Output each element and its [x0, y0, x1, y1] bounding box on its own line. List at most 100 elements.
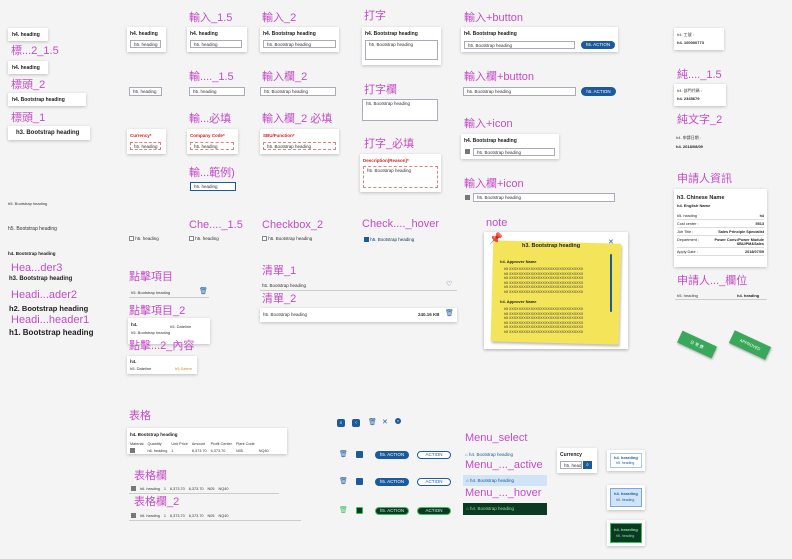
applicant-row-key: h5. heading [677, 213, 697, 218]
text-input[interactable]: h5. Bootstrap heading [464, 41, 575, 49]
applicant-row-value: 5513 [755, 221, 764, 226]
picker-icon[interactable] [465, 149, 470, 154]
h4-sample: h4. Bootstrap heading [8, 251, 56, 256]
sticky-note: 📌 ✕ h3. Bootstrap heading h4. Approver N… [484, 232, 628, 349]
tag-approved: APPROVED [728, 330, 772, 360]
home-icon: ⌂ [465, 452, 468, 457]
checkbox-icon[interactable] [262, 236, 267, 242]
action-button[interactable]: h5. ACTION [375, 507, 409, 515]
required-card-currency: Currency* h5. heading [127, 129, 166, 154]
tag-daily-expense: 日 常 費 [677, 330, 717, 359]
menu-item-active[interactable]: ⌂ h4. Bootstrap heading [463, 475, 547, 486]
menu-item-hover[interactable]: ⌂ h4. Bootstrap heading [463, 503, 547, 515]
checkbox-icon[interactable] [129, 236, 134, 242]
click-item[interactable]: h5. Bootstrap heading [131, 290, 170, 295]
required-card-sbu: SBU/Function* h5. Bootstrap heading [260, 129, 339, 154]
heading-card-h3-bs: h3. Bootstrap heading [8, 126, 90, 140]
textarea[interactable]: h5. Bootstrap heading [365, 40, 438, 60]
label-typing-field: 打字欄 [364, 84, 397, 96]
list-item-2[interactable]: h5. Bootstrap heading 240.16 KB 🗑 [260, 308, 457, 322]
label-header3: Hea...der3 [11, 262, 63, 274]
company-input[interactable]: h5. heading [190, 142, 234, 150]
action-button[interactable]: h5. ACTION [581, 87, 616, 96]
checkbox-item-a[interactable]: h5. heading [129, 236, 159, 242]
textarea-card: h4. Bootstrap heading h5. Bootstrap head… [362, 27, 441, 65]
sbu-input[interactable]: h5. Bootstrap heading [263, 142, 336, 150]
currency-search-input[interactable]: h5. heading [560, 461, 582, 469]
text-input[interactable]: h5. heading [190, 40, 242, 48]
menu-card-hover[interactable]: h4. hearding h5. heading [607, 520, 645, 546]
trash-icon[interactable]: 🗑 [445, 310, 454, 317]
label-menu-select: Menu_select [465, 432, 528, 444]
label-heading-2: 標頭_2 [11, 79, 46, 91]
action-button[interactable]: h5. ACTION [375, 478, 409, 486]
checkbox-checked-icon[interactable] [364, 237, 369, 243]
label-click-item: 點擊項目 [129, 271, 173, 283]
table-cell: 6,373.70 [188, 513, 204, 518]
input-icon-card: h4. Bootstrap heading h5. Bootstrap head… [461, 134, 559, 159]
table-row-a: h6. heading 1 6,373.70 6,373.70 N05 NQ40 [129, 485, 230, 492]
text-input[interactable]: h5. heading [130, 40, 161, 48]
grid-icon[interactable] [356, 507, 363, 514]
plain-input-b[interactable]: h5. heading [189, 87, 245, 96]
scrollbar[interactable] [610, 254, 612, 312]
trash-icon[interactable]: 🗑 [368, 419, 377, 426]
close-icon[interactable]: ✕ [382, 419, 388, 426]
text-input[interactable]: h5. Bootstrap heading [263, 40, 336, 48]
list-item-1[interactable]: h5. Bootstrap heading [262, 283, 306, 288]
trash-icon[interactable]: 🗑 [199, 288, 208, 295]
label-header1: Headi...header1 [11, 314, 90, 326]
action-outline-button[interactable]: ACTION [417, 478, 451, 486]
trash-icon[interactable]: 🗑 [339, 478, 348, 485]
checkbox-item-b[interactable]: h5. heading [189, 236, 219, 242]
description-textarea[interactable]: h5. Bootstrap heading [363, 166, 438, 188]
currency-input[interactable]: h5. heading [130, 142, 161, 150]
checkbox-item-hover[interactable]: h5. Bootstrap heading [362, 236, 417, 244]
input-card-a: h4. heading h5. heading [127, 27, 166, 52]
label-checkbox-1-5: Che...._1.5 [189, 219, 243, 231]
plain-input-2[interactable]: h5. Bootstrap heading [260, 87, 336, 96]
action-outline-button[interactable]: ACTION [417, 507, 451, 515]
action-button[interactable]: h5. ACTION [375, 451, 409, 459]
close-circle-icon[interactable]: × [395, 418, 401, 424]
grid-icon[interactable] [356, 478, 363, 485]
label-checkbox-hover: Check...._hover [362, 218, 440, 230]
example-input[interactable]: h5. heading [190, 182, 236, 191]
divider [129, 493, 279, 494]
heart-icon[interactable]: ♡ [446, 281, 452, 288]
plain-input-button[interactable]: h5. Bootstrap heading [463, 87, 576, 96]
checkbox-item-2[interactable]: h5. Bootstrap heading [262, 236, 312, 242]
note-lines: h5 XXXXXXXXXXXXXXXXXXXXXXXXXXXXXXX h5 XXX… [504, 267, 583, 295]
label-table-field: 表格欄 [134, 470, 167, 482]
grid-icon[interactable] [356, 451, 363, 458]
click-item-content-card[interactable]: h4. h5. Dateline h5.Salem [127, 356, 197, 374]
action-outline-button[interactable]: ACTION [417, 451, 451, 459]
table-cell: h6. heading [140, 486, 160, 491]
trash-icon[interactable]: 🗑 [339, 507, 348, 514]
back-icon[interactable]: ‹ [352, 419, 360, 427]
checkbox-icon[interactable] [189, 236, 194, 242]
table-cell: 6,373.70 [210, 448, 226, 453]
close-icon[interactable]: ✕ [608, 238, 614, 246]
applicant-card: h3. Chinese Name h4. English Name h5. he… [674, 189, 767, 267]
table-card: h4. Bootstrap heading Material Quantity Un… [127, 428, 287, 454]
row-marker [129, 485, 138, 492]
trash-icon[interactable]: 🗑 [339, 451, 348, 458]
input-card-b: h4. heading h5. heading [187, 27, 247, 52]
h3-sample: h3. Bootstrap heading [9, 276, 73, 282]
menu-card-active[interactable]: h4. hearding h5. heading [607, 485, 645, 510]
note-line: h5 XXXXXXXXXXXXXXXXXXXXXXXXXXXXXXX [504, 329, 584, 334]
search-icon[interactable]: ⌕ [583, 461, 592, 469]
label-heading-1-5: 標...2_1.5 [11, 45, 59, 57]
applicant-row: Apply Date : 2018/07/09 [677, 248, 764, 256]
plain-input-a[interactable]: h5. heading [129, 87, 162, 96]
picker-icon[interactable] [465, 195, 470, 200]
plain-input-icon[interactable]: h5. Bootstrap heading [473, 193, 615, 202]
search-icon[interactable]: ⌕ [337, 419, 345, 427]
text-input[interactable]: h5. Bootstrap heading [473, 148, 555, 156]
action-button[interactable]: h5. ACTION [581, 41, 615, 49]
table-cell: 6,373.70 [191, 448, 207, 453]
label-input-field-1-5: 輸...._1.5 [189, 71, 234, 83]
menu-card-default[interactable]: h4. hearding h5. heading [607, 450, 645, 471]
plain-textarea[interactable]: h5. Bootstrap heading [362, 99, 438, 121]
